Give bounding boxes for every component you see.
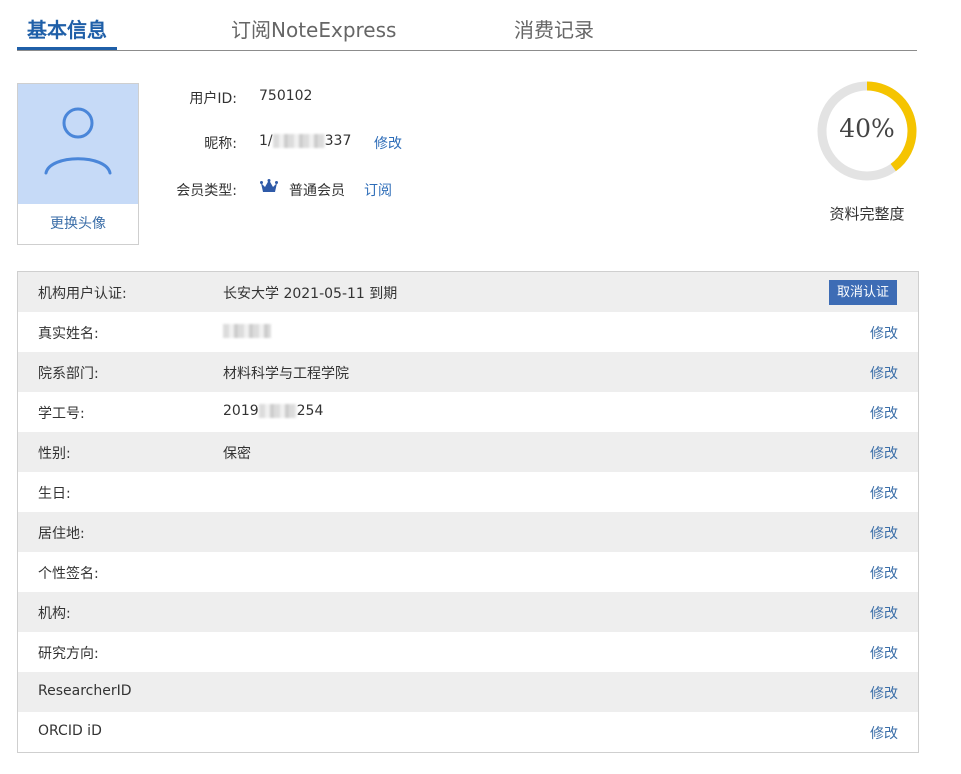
redacted-text xyxy=(223,324,271,338)
table-row-researcherid: ResearcherID 修改 xyxy=(18,672,918,712)
cancel-auth-button[interactable]: 取消认证 xyxy=(829,280,897,305)
table-row-birthday: 生日: 修改 xyxy=(18,472,918,512)
row-label: 学工号: xyxy=(38,406,85,422)
row-value: 材料科学与工程学院 xyxy=(223,366,349,382)
user-id-value: 750102 xyxy=(259,88,313,104)
row-label: 机构: xyxy=(38,606,71,622)
row-label: 性别: xyxy=(38,446,71,462)
row-value: 2019 254 xyxy=(223,403,324,419)
row-value: 保密 xyxy=(223,446,251,462)
table-row-organization: 机构: 修改 xyxy=(18,592,918,632)
member-type-value: 普通会员 xyxy=(289,183,345,199)
details-table: 机构用户认证: 长安大学 2021-05-11 到期 取消认证 真实姓名: 修改… xyxy=(17,271,919,753)
nickname-label: 昵称: xyxy=(204,136,237,152)
row-label: 生日: xyxy=(38,486,71,502)
row-value xyxy=(223,323,271,339)
tab-purchase-history[interactable]: 消费记录 xyxy=(514,14,594,43)
edit-link[interactable]: 修改 xyxy=(870,323,898,343)
nickname-value: 1/337 xyxy=(259,133,352,149)
table-row-research-direction: 研究方向: 修改 xyxy=(18,632,918,672)
table-row-student-id: 学工号: 2019 254 修改 xyxy=(18,392,918,432)
completeness-percent: 40% xyxy=(839,114,895,143)
row-label: ORCID iD xyxy=(38,723,102,739)
table-row-institution-auth: 机构用户认证: 长安大学 2021-05-11 到期 取消认证 xyxy=(18,272,918,312)
row-label: 研究方向: xyxy=(38,646,99,662)
row-label: 居住地: xyxy=(38,526,85,542)
table-row-real-name: 真实姓名: 修改 xyxy=(18,312,918,352)
row-label: 机构用户认证: xyxy=(38,286,127,302)
row-label: 院系部门: xyxy=(38,366,99,382)
table-row-residence: 居住地: 修改 xyxy=(18,512,918,552)
change-avatar-link[interactable]: 更换头像 xyxy=(18,204,138,244)
table-row-orcid: ORCID iD 修改 xyxy=(18,712,918,752)
row-label: ResearcherID xyxy=(38,683,132,699)
member-type-label: 会员类型: xyxy=(176,183,237,199)
table-row-gender: 性别: 保密 修改 xyxy=(18,432,918,472)
crown-icon xyxy=(260,179,278,192)
redacted-text xyxy=(272,134,325,148)
edit-link[interactable]: 修改 xyxy=(870,443,898,463)
tab-subscribe-noteexpress[interactable]: 订阅NoteExpress xyxy=(231,14,396,43)
tab-basic-info[interactable]: 基本信息 xyxy=(27,14,107,43)
profile-page: 基本信息 订阅NoteExpress 消费记录 更换头像 用户ID: 75010… xyxy=(0,0,961,774)
edit-link[interactable]: 修改 xyxy=(870,603,898,623)
edit-link[interactable]: 修改 xyxy=(870,683,898,703)
edit-link[interactable]: 修改 xyxy=(870,723,898,743)
completeness-caption: 资料完整度 xyxy=(829,205,905,223)
row-value: 长安大学 2021-05-11 到期 xyxy=(223,286,398,302)
edit-link[interactable]: 修改 xyxy=(870,363,898,383)
edit-nickname-link[interactable]: 修改 xyxy=(374,133,402,153)
tab-bar: 基本信息 订阅NoteExpress 消费记录 xyxy=(17,0,917,51)
subscribe-link[interactable]: 订阅 xyxy=(364,180,392,200)
table-row-department: 院系部门: 材料科学与工程学院 修改 xyxy=(18,352,918,392)
edit-link[interactable]: 修改 xyxy=(870,563,898,583)
redacted-text xyxy=(258,404,297,418)
active-tab-indicator xyxy=(17,47,117,50)
edit-link[interactable]: 修改 xyxy=(870,403,898,423)
user-id-label: 用户ID: xyxy=(189,91,237,107)
row-label: 个性签名: xyxy=(38,566,99,582)
table-row-signature: 个性签名: 修改 xyxy=(18,552,918,592)
row-label: 真实姓名: xyxy=(38,326,99,342)
edit-link[interactable]: 修改 xyxy=(870,523,898,543)
edit-link[interactable]: 修改 xyxy=(870,483,898,503)
edit-link[interactable]: 修改 xyxy=(870,643,898,663)
